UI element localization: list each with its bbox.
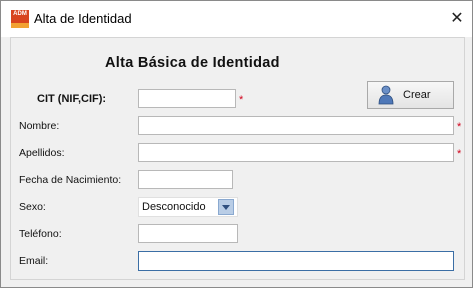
- apellidos-field[interactable]: [138, 143, 454, 163]
- app-icon: ADM: [11, 10, 29, 28]
- title-bar[interactable]: ADM Alta de Identidad ✕: [1, 1, 472, 37]
- fecha-nacimiento-input[interactable]: [139, 172, 232, 190]
- cit-required-mark: *: [239, 94, 244, 106]
- apellidos-input[interactable]: [139, 145, 453, 163]
- nombre-input[interactable]: [139, 118, 453, 136]
- telefono-input[interactable]: [139, 226, 237, 244]
- telefono-label: Teléfono:: [19, 228, 62, 240]
- email-field[interactable]: [138, 251, 454, 271]
- nombre-required-mark: *: [457, 121, 462, 133]
- crear-button-label: Crear: [403, 89, 431, 101]
- sexo-selected-value: Desconocido: [142, 201, 206, 213]
- sexo-select[interactable]: Desconocido: [138, 197, 238, 217]
- fecha-nacimiento-field[interactable]: [138, 170, 233, 190]
- close-icon: ✕: [450, 10, 464, 27]
- app-icon-bar: [11, 23, 29, 28]
- nombre-label: Nombre:: [19, 120, 60, 132]
- user-icon: [378, 85, 394, 105]
- sexo-label: Sexo:: [19, 201, 46, 213]
- apellidos-required-mark: *: [457, 148, 462, 160]
- close-button[interactable]: ✕: [442, 6, 472, 32]
- email-input[interactable]: [139, 253, 453, 271]
- nombre-field[interactable]: [138, 116, 454, 136]
- apellidos-label: Apellidos:: [19, 147, 65, 159]
- cit-input[interactable]: [139, 91, 235, 109]
- cit-field[interactable]: [138, 89, 236, 109]
- crear-button[interactable]: Crear: [367, 81, 454, 109]
- chevron-down-icon[interactable]: [218, 199, 234, 215]
- window-title: Alta de Identidad: [34, 11, 132, 26]
- app-icon-text: ADM: [13, 11, 27, 17]
- cit-label: CIT (NIF,CIF):: [37, 93, 107, 105]
- dialog-window: ADM Alta de Identidad ✕ Alta Básica de I…: [0, 0, 473, 288]
- fecha-nacimiento-label: Fecha de Nacimiento:: [19, 174, 122, 186]
- form-heading: Alta Básica de Identidad: [105, 55, 280, 71]
- email-label: Email:: [19, 255, 49, 267]
- telefono-field[interactable]: [138, 224, 238, 244]
